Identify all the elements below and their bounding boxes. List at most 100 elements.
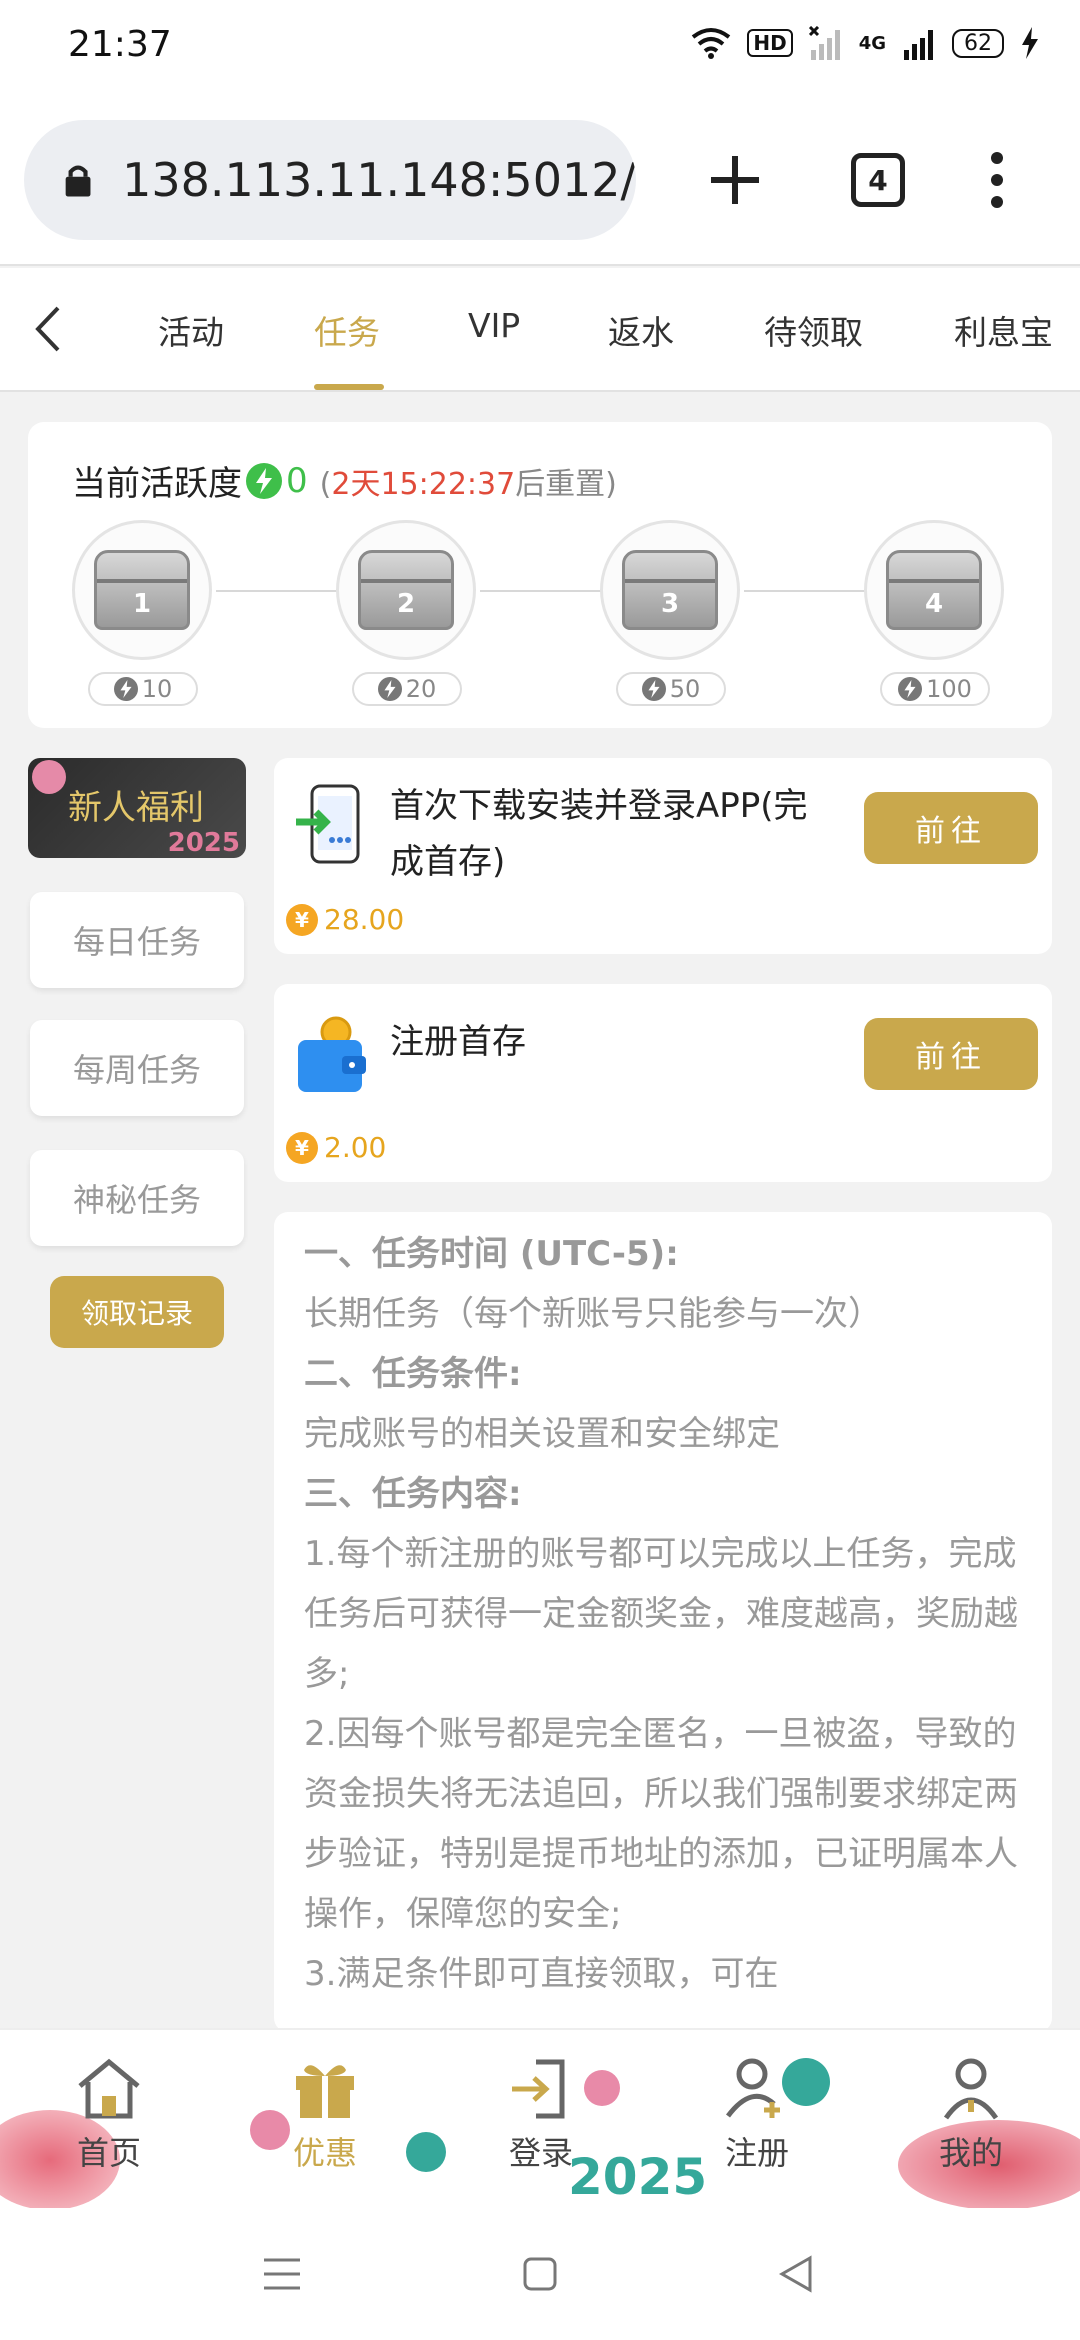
register-icon xyxy=(726,2058,780,2118)
home-icon xyxy=(78,2058,140,2119)
treasure-chest-icon: 3 xyxy=(622,550,718,630)
task-reward: ¥2.00 xyxy=(286,1131,386,1164)
menu-icon[interactable] xyxy=(262,2256,302,2292)
rules-heading: 一、任务时间 (UTC-5): xyxy=(304,1234,679,1274)
rules-heading: 二、任务条件: xyxy=(304,1354,522,1394)
tab-tasks[interactable]: 任务 xyxy=(314,306,380,354)
treasure-chest-icon: 2 xyxy=(358,550,454,630)
nav-home[interactable]: 首页 xyxy=(44,2056,174,2196)
gift-icon xyxy=(296,2065,354,2118)
back-triangle-icon[interactable] xyxy=(778,2254,814,2294)
nav-label: 我的 xyxy=(938,2134,1003,2172)
task-rules: 一、任务时间 (UTC-5): 长期任务（每个新账号只能参与一次） 二、任务条件… xyxy=(274,1212,1052,2032)
requirement-value: 100 xyxy=(926,675,972,703)
activity-card: 当前活跃度 0 (2天15:22:37后重置) 1 2 3 4 10 20 50… xyxy=(28,422,1052,728)
battery-indicator: 62 xyxy=(952,28,1004,58)
status-bar: 21:37 HD 4G 62 xyxy=(0,0,1080,100)
nav-label: 首页 xyxy=(76,2134,141,2172)
sidebar-item-newbie[interactable]: 新人福利 2025 xyxy=(28,758,246,858)
rules-heading: 三、任务内容: xyxy=(304,1474,522,1514)
requirement-value: 10 xyxy=(141,675,173,703)
requirement-value: 50 xyxy=(669,675,701,703)
activity-points: 0 xyxy=(286,460,308,501)
network-type: 4G xyxy=(858,32,886,54)
chest-2[interactable]: 2 xyxy=(336,520,476,660)
energy-icon xyxy=(641,677,666,701)
energy-icon xyxy=(377,677,402,701)
chest-number: 3 xyxy=(660,589,680,619)
category-tabs: 活动 任务 VIP 返水 待领取 利息宝 xyxy=(0,268,1080,392)
activity-title: 当前活跃度 xyxy=(72,464,242,504)
rules-text: 2.因每个账号都是完全匿名，一旦被盗，导致的资金损失将无法追回，所以我们强制要求… xyxy=(304,1714,1018,1934)
chest-3[interactable]: 3 xyxy=(600,520,740,660)
treasure-chest-icon: 4 xyxy=(886,550,982,630)
nav-label: 登录 xyxy=(508,2134,573,2172)
url-text: 138.113.11.148:5012/ xyxy=(122,153,636,207)
nav-label: 优惠 xyxy=(292,2134,357,2172)
reset-countdown: (2天15:22:37后重置) xyxy=(320,459,617,503)
status-icons: HD 4G 62 xyxy=(691,26,1040,60)
nav-login[interactable]: 登录 xyxy=(476,2056,606,2196)
new-tab-button[interactable] xyxy=(700,140,770,220)
energy-icon xyxy=(246,462,282,499)
system-navigation-bar xyxy=(0,2208,1080,2340)
claim-record-button[interactable]: 领取记录 xyxy=(50,1276,224,1348)
tab-pending[interactable]: 待领取 xyxy=(764,306,863,354)
nav-profile[interactable]: 我的 xyxy=(906,2056,1036,2196)
lock-icon xyxy=(65,165,91,197)
chest-1[interactable]: 1 xyxy=(72,520,212,660)
active-tab-indicator xyxy=(314,384,384,390)
tab-vip[interactable]: VIP xyxy=(468,306,520,345)
tab-activity[interactable]: 活动 xyxy=(158,306,224,354)
browser-menu-button[interactable] xyxy=(972,140,1022,220)
go-button[interactable]: 前往 xyxy=(864,1018,1038,1090)
wallet-icon xyxy=(298,1016,366,1092)
tab-rebate[interactable]: 返水 xyxy=(608,306,674,354)
back-arrow-icon[interactable] xyxy=(28,304,68,354)
reward-amount: 28.00 xyxy=(324,903,405,936)
nav-label: 注册 xyxy=(724,2134,789,2172)
chest-requirement: 100 xyxy=(880,672,990,706)
banner-year: 2025 xyxy=(167,828,240,858)
sidebar-item-weekly[interactable]: 每周任务 xyxy=(30,1020,244,1116)
reset-suffix: 后重置) xyxy=(515,466,617,502)
nav-promotions[interactable]: 优惠 xyxy=(260,2056,390,2196)
sidebar-item-mystery[interactable]: 神秘任务 xyxy=(30,1150,244,1246)
profile-icon xyxy=(943,2058,999,2120)
reset-open: ( xyxy=(319,466,332,502)
chest-requirement: 50 xyxy=(616,672,726,706)
task-card: 注册首存 前往 ¥2.00 xyxy=(274,984,1052,1182)
rules-text: 3.满足条件即可直接领取，可在 xyxy=(304,1954,779,1994)
hd-badge: HD xyxy=(747,29,793,57)
charging-icon xyxy=(1022,27,1038,59)
address-bar[interactable]: 138.113.11.148:5012/ xyxy=(24,120,636,240)
decorative-flower-icon xyxy=(406,2132,446,2172)
status-time: 21:37 xyxy=(68,24,172,65)
chest-4[interactable]: 4 xyxy=(864,520,1004,660)
go-button[interactable]: 前往 xyxy=(864,792,1038,864)
tab-switcher-button[interactable]: 4 xyxy=(846,140,910,220)
task-card: 首次下载安装并登录APP(完成首存) 前往 ¥28.00 xyxy=(274,758,1052,954)
energy-icon xyxy=(113,677,138,701)
home-square-icon[interactable] xyxy=(522,2256,558,2292)
tab-interest[interactable]: 利息宝 xyxy=(954,306,1053,354)
chest-requirement: 10 xyxy=(88,672,198,706)
bottom-navigation: 2025 首页 优惠 登录 注册 我的 xyxy=(0,2028,1080,2210)
tab-count: 4 xyxy=(851,153,905,207)
flower-icon xyxy=(32,760,66,794)
energy-icon xyxy=(898,677,923,701)
chest-number: 2 xyxy=(396,589,416,619)
signal-off-icon xyxy=(808,26,840,60)
chest-number: 4 xyxy=(924,589,944,619)
task-name: 首次下载安装并登录APP(完成首存) xyxy=(390,786,808,882)
activity-title-row: 当前活跃度 0 (2天15:22:37后重置) xyxy=(72,456,617,505)
task-name: 注册首存 xyxy=(390,1022,526,1062)
sidebar-item-daily[interactable]: 每日任务 xyxy=(30,892,244,988)
rules-text: 长期任务（每个新账号只能参与一次） xyxy=(304,1294,882,1334)
requirement-value: 20 xyxy=(405,675,437,703)
task-reward: ¥28.00 xyxy=(286,903,404,936)
nav-register[interactable]: 注册 xyxy=(692,2056,822,2196)
wifi-icon xyxy=(692,28,731,59)
more-vertical-icon xyxy=(991,152,1003,208)
login-icon xyxy=(512,2059,565,2119)
